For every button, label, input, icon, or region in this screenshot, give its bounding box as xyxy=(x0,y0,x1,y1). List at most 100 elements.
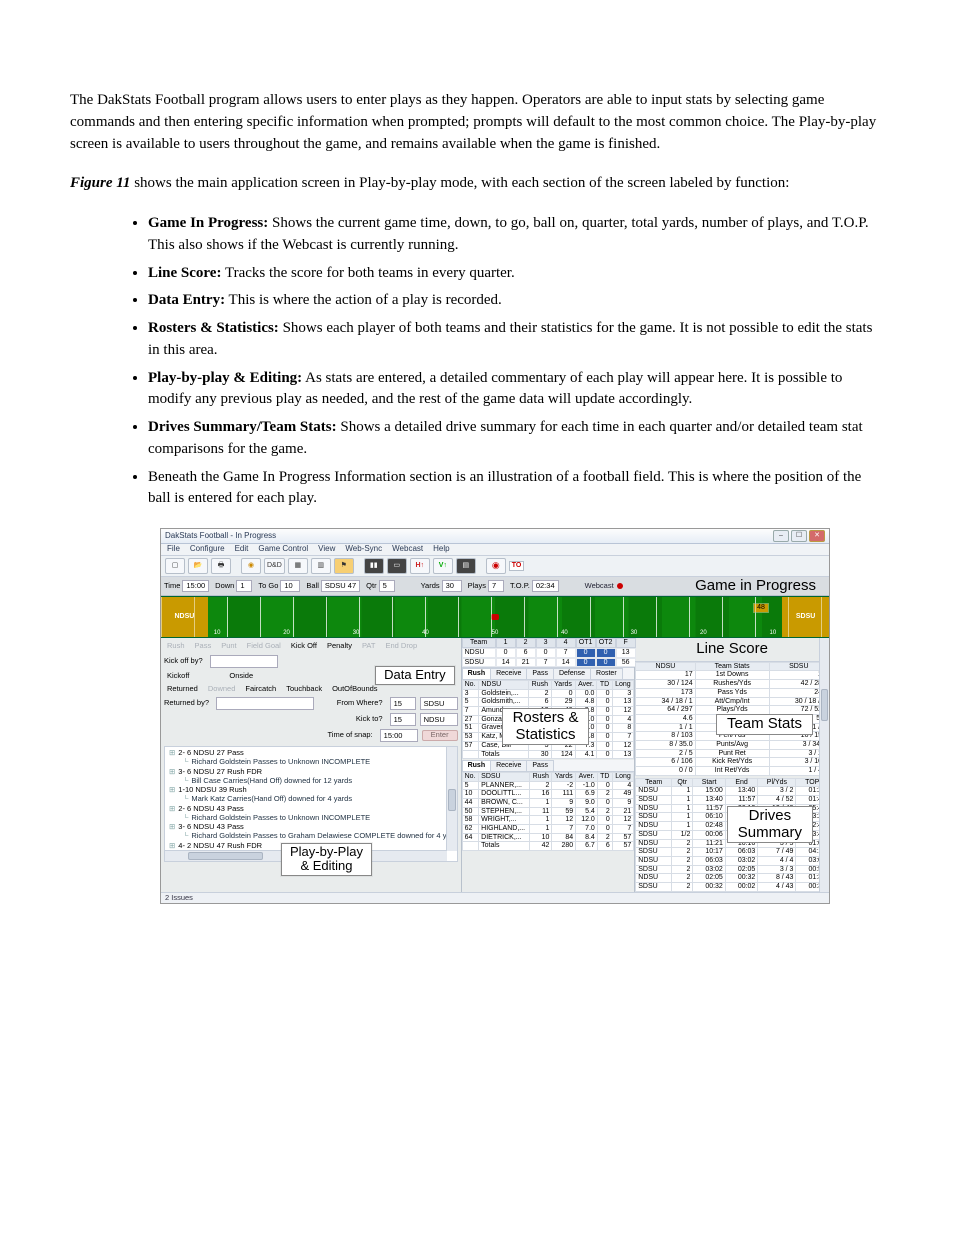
drv-row[interactable]: NDSU202:0500:328 / 4301:33 xyxy=(636,874,829,883)
menu-configure[interactable]: Configure xyxy=(190,545,225,554)
roster-row[interactable]: 5PLANNER,...2-2-1.004 xyxy=(462,781,634,790)
pbp-row[interactable]: └Richard Goldstein Passes to Unknown INC… xyxy=(169,814,455,823)
de-opt-kickoff[interactable]: Kick Off xyxy=(288,641,320,651)
de-enter-button[interactable]: Enter xyxy=(422,730,458,740)
de-opt-faircatch[interactable]: Faircatch xyxy=(242,684,279,694)
pbp-row[interactable]: └Richard Goldstein Passes to Unknown INC… xyxy=(169,758,455,767)
roster-row[interactable]: 50STEPHEN,...11595.4221 xyxy=(462,807,634,816)
de-opt-touchback[interactable]: Touchback xyxy=(283,684,325,694)
tb-open-icon[interactable]: 📂 xyxy=(188,558,208,574)
menu-websync[interactable]: Web-Sync xyxy=(345,545,382,554)
de-opt-punt[interactable]: Punt xyxy=(218,641,239,651)
pbp-row[interactable]: ⊞2- 6 NDSU 27 Pass xyxy=(169,749,455,758)
roster-row[interactable]: 64DIETRICK,...10848.4257 xyxy=(462,833,634,842)
tb-webcast-icon[interactable]: ◉ xyxy=(486,558,506,574)
roster-row[interactable]: 51Gravenhoff,...188.008 xyxy=(462,724,634,733)
de-opt-rush[interactable]: Rush xyxy=(164,641,188,651)
roster-col[interactable]: TD xyxy=(597,681,612,690)
tb-to-button[interactable]: TO xyxy=(509,561,525,571)
gip-togo[interactable]: 10 xyxy=(280,580,300,592)
de-fromwhere-field[interactable]: 15 xyxy=(390,697,416,710)
de-kickoffby-field[interactable] xyxy=(210,655,278,668)
tb-grid2-icon[interactable]: ▥ xyxy=(311,558,331,574)
roster-row[interactable]: 62HIGHLAND,...177.007 xyxy=(462,825,634,834)
roster-col[interactable]: No. xyxy=(462,681,479,690)
roster-row[interactable]: 5Goldsmith,...6294.8013 xyxy=(462,698,634,707)
roster-row[interactable]: 57Case, Bill3227.3012 xyxy=(462,741,634,750)
pbp-row[interactable]: └Richard Goldstein Passes to Graham Dela… xyxy=(169,832,455,841)
roster-row[interactable]: 27Gonzales,...242.004 xyxy=(462,715,634,724)
roster-row[interactable]: 3Goldstein,...200.003 xyxy=(462,689,634,698)
tb-rec-icon[interactable]: ◉ xyxy=(241,558,261,574)
drv-col[interactable]: Qtr xyxy=(672,778,693,787)
tab-roster[interactable]: Roster xyxy=(590,668,623,679)
roster-col[interactable]: Yards xyxy=(552,772,576,781)
drv-row[interactable]: NDSU211:2110:163 / 501:05 xyxy=(636,839,829,848)
roster-col[interactable]: Aver. xyxy=(576,772,598,781)
roster-col[interactable]: Long xyxy=(612,772,634,781)
pbp-row[interactable]: └Bill Case Carries(Hand Off) downed for … xyxy=(169,777,455,786)
de-opt-enddrop[interactable]: End Drop xyxy=(382,641,420,651)
tb-vt-button[interactable]: V↑ xyxy=(433,558,453,574)
de-opt-downed[interactable]: Downed xyxy=(205,684,239,694)
tb-flag-icon[interactable]: ⚑ xyxy=(334,558,354,574)
roster-row[interactable]: Totals301244.1013 xyxy=(462,750,634,759)
close-button[interactable]: ✕ xyxy=(809,530,825,542)
menu-help[interactable]: Help xyxy=(433,545,449,554)
tab-receive-b[interactable]: Receive xyxy=(490,760,527,771)
gip-time[interactable]: 15:00 xyxy=(182,580,209,592)
de-opt-onside[interactable]: Onside xyxy=(226,671,256,681)
drv-row[interactable]: SDSU203:0202:053 / 300:57 xyxy=(636,865,829,874)
tb-board2-icon[interactable]: ▭ xyxy=(387,558,407,574)
de-snap-field[interactable]: 15:00 xyxy=(380,729,418,742)
pbp-row[interactable]: ⊞3- 6 NDSU 27 Rush FDR xyxy=(169,768,455,777)
drv-col[interactable]: Pl/Yds xyxy=(758,778,796,787)
pbp-row[interactable]: └Mark Katz Carries(Hand Off) downed for … xyxy=(169,795,455,804)
de-opt-kick[interactable]: Kickoff xyxy=(164,671,192,681)
tab-receive[interactable]: Receive xyxy=(490,668,527,679)
roster-row[interactable]: 44BROWN, C...199.009 xyxy=(462,798,634,807)
tb-ht-button[interactable]: H↑ xyxy=(410,558,430,574)
roster-col[interactable]: Rush xyxy=(530,772,552,781)
maximize-button[interactable]: ☐ xyxy=(791,530,807,542)
de-opt-penalty[interactable]: Penalty xyxy=(324,641,355,651)
pbp-row[interactable]: ⊞3- 6 NDSU 43 Pass xyxy=(169,823,455,832)
tab-pass-b[interactable]: Pass xyxy=(526,760,554,771)
menu-view[interactable]: View xyxy=(318,545,335,554)
drv-col[interactable]: End xyxy=(725,778,758,787)
roster-col[interactable]: NDSU xyxy=(479,681,529,690)
de-opt-pat[interactable]: PAT xyxy=(359,641,378,651)
drv-row[interactable]: NDSU111:5706:1010 / 4005:47 xyxy=(636,804,829,813)
drv-row[interactable]: NDSU206:0303:024 / 403:01 xyxy=(636,856,829,865)
menu-webcast[interactable]: Webcast xyxy=(392,545,423,554)
drv-row[interactable]: NDSU115:0013:403 / 201:20 xyxy=(636,787,829,796)
menu-edit[interactable]: Edit xyxy=(235,545,249,554)
drv-row[interactable]: SDSU200:3200:024 / 4300:30 xyxy=(636,882,829,891)
menu-gamecontrol[interactable]: Game Control xyxy=(258,545,308,554)
roster-row[interactable]: Totals422806.7657 xyxy=(462,842,634,851)
minimize-button[interactable]: – xyxy=(773,530,789,542)
de-kickto-field[interactable]: 15 xyxy=(390,713,416,726)
de-kickto-team[interactable]: NDSU xyxy=(420,713,458,726)
pbp-row[interactable]: ⊞2- 6 NDSU 43 Pass xyxy=(169,805,455,814)
roster-col[interactable]: Long xyxy=(612,681,634,690)
tab-pass[interactable]: Pass xyxy=(526,668,554,679)
tab-defense[interactable]: Defense xyxy=(553,668,591,679)
tb-board3-icon[interactable]: ▤ xyxy=(456,558,476,574)
tab-rush-b[interactable]: Rush xyxy=(462,760,492,771)
roster-col[interactable]: Yards xyxy=(551,681,575,690)
drv-col[interactable]: Team xyxy=(636,778,672,787)
de-fromwhere-team[interactable]: SDSU xyxy=(420,697,458,710)
right-vscrollbar[interactable] xyxy=(819,638,829,891)
drv-row[interactable]: SDSU1/200:0611:217 / 5503:44 xyxy=(636,830,829,839)
tb-dnd-button[interactable]: D&D xyxy=(264,558,285,574)
drv-col[interactable]: Start xyxy=(693,778,726,787)
gip-down[interactable]: 1 xyxy=(236,580,252,592)
roster-row[interactable]: 53Katz, Mark4153.807 xyxy=(462,733,634,742)
drv-row[interactable]: SDSU113:4011:574 / 5201:43 xyxy=(636,796,829,805)
tb-grid1-icon[interactable]: ▦ xyxy=(288,558,308,574)
tab-rush[interactable]: Rush xyxy=(462,668,492,679)
football-field[interactable]: NDSU SDSU 10 20 30 40 50 40 30 20 10 48 xyxy=(161,596,829,638)
de-returnedby-field[interactable] xyxy=(216,697,314,710)
de-opt-oob[interactable]: OutOfBounds xyxy=(329,684,380,694)
